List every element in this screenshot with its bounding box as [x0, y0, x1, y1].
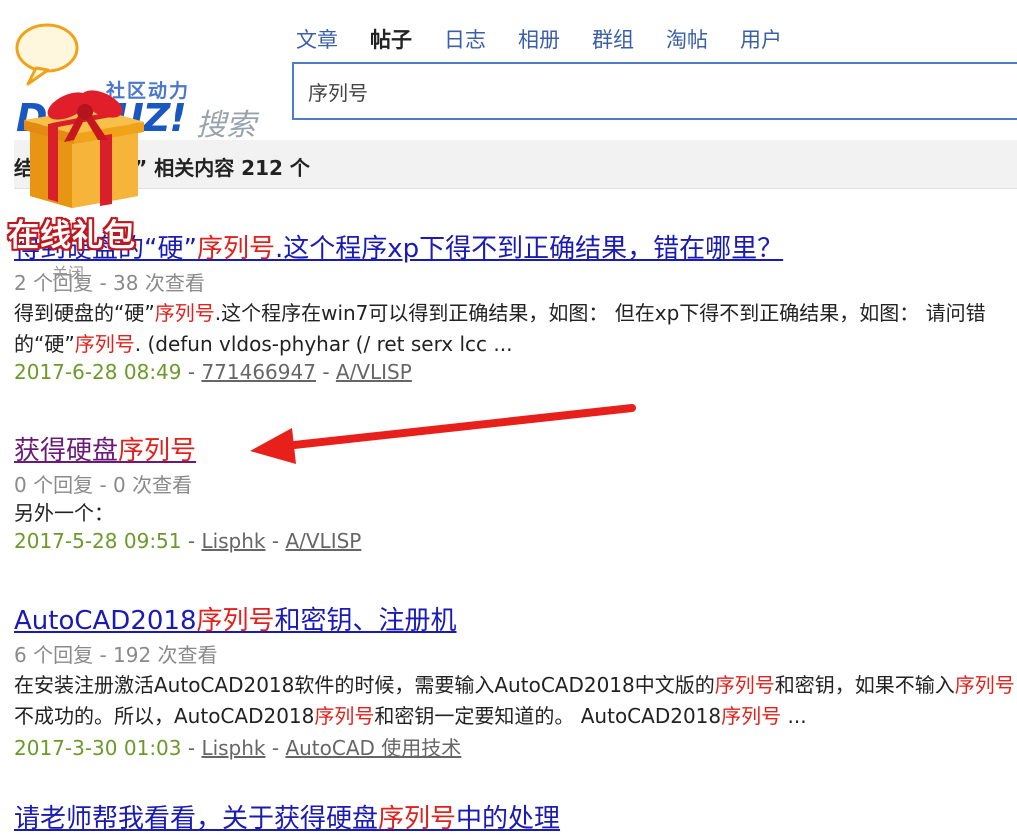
- search-type-tabs: 文章 帖子 日志 相册 群组 淘帖 用户: [296, 24, 814, 54]
- result-forum-link[interactable]: A/VLISP: [336, 360, 412, 384]
- tab-articles[interactable]: 文章: [296, 24, 338, 54]
- gift-ad-label: 在线礼包: [8, 218, 136, 254]
- result-stats: 6 个回复 - 192 次查看: [14, 643, 218, 667]
- result-title-link[interactable]: 得到硬盘的“硬”序列号.这个程序xp下得不到正确结果，错在哪里？: [14, 228, 986, 265]
- result-forum-link[interactable]: AutoCAD 使用技术: [285, 736, 461, 760]
- tab-blogs[interactable]: 日志: [444, 24, 486, 54]
- result-date: 2017-3-30 01:03: [14, 736, 182, 760]
- result-author-link[interactable]: Lisphk: [201, 736, 265, 760]
- result-forum-link[interactable]: A/VLISP: [285, 529, 361, 553]
- search-input[interactable]: [294, 64, 1017, 118]
- result-title-link[interactable]: AutoCAD2018序列号和密钥、注册机: [14, 600, 1015, 637]
- tab-collections[interactable]: 淘帖: [666, 24, 708, 54]
- result-stats: 0 个回复 - 0 次查看: [14, 473, 193, 497]
- result-title-link[interactable]: 获得硬盘序列号: [14, 430, 361, 467]
- search-box: [292, 62, 1017, 120]
- result-title-link[interactable]: 请老师帮我看看，关于获得硬盘序列号中的处理: [14, 798, 560, 835]
- result-summary-bar: 结束 “序列号” 相关内容 212 个: [14, 140, 1017, 189]
- result-item: 得到硬盘的“硬”序列号.这个程序xp下得不到正确结果，错在哪里？ 2 个回复 -…: [14, 228, 986, 384]
- result-item: 获得硬盘序列号 0 个回复 - 0 次查看 另外一个： 2017-5-28 09…: [14, 430, 361, 553]
- result-meta: 2017-3-30 01:03 - Lisphk - AutoCAD 使用技术: [14, 736, 462, 760]
- logo-search-word: 搜索: [196, 108, 256, 143]
- result-meta: 2017-6-28 08:49 - 771466947 - A/VLISP: [14, 360, 412, 384]
- result-snippet: 得到硬盘的“硬”序列号.这个程序在win7可以得到正确结果，如图： 但在xp下得…: [14, 301, 986, 356]
- tab-groups[interactable]: 群组: [592, 24, 634, 54]
- result-snippet: 另外一个：: [14, 501, 114, 525]
- result-meta: 2017-5-28 09:51 - Lisphk - A/VLISP: [14, 529, 362, 553]
- result-author-link[interactable]: 771466947: [201, 360, 316, 384]
- gift-ad[interactable]: 在线礼包 关闭: [8, 78, 158, 283]
- result-date: 2017-6-28 08:49: [14, 360, 182, 384]
- result-item: AutoCAD2018序列号和密钥、注册机 6 个回复 - 192 次查看 在安…: [14, 600, 1015, 761]
- result-author-link[interactable]: Lisphk: [201, 529, 265, 553]
- tab-threads[interactable]: 帖子: [370, 24, 412, 54]
- result-date: 2017-5-28 09:51: [14, 529, 182, 553]
- result-item: 请老师帮我看看，关于获得硬盘序列号中的处理: [14, 798, 560, 835]
- result-snippet: 在安装注册激活AutoCAD2018软件的时候，需要输入AutoCAD2018中…: [14, 673, 1015, 728]
- gift-box-icon: [24, 90, 144, 208]
- gift-ad-close-link[interactable]: 关闭: [52, 260, 84, 284]
- result-stats: 2 个回复 - 38 次查看: [14, 271, 205, 295]
- tab-albums[interactable]: 相册: [518, 24, 560, 54]
- tab-users[interactable]: 用户: [740, 24, 782, 54]
